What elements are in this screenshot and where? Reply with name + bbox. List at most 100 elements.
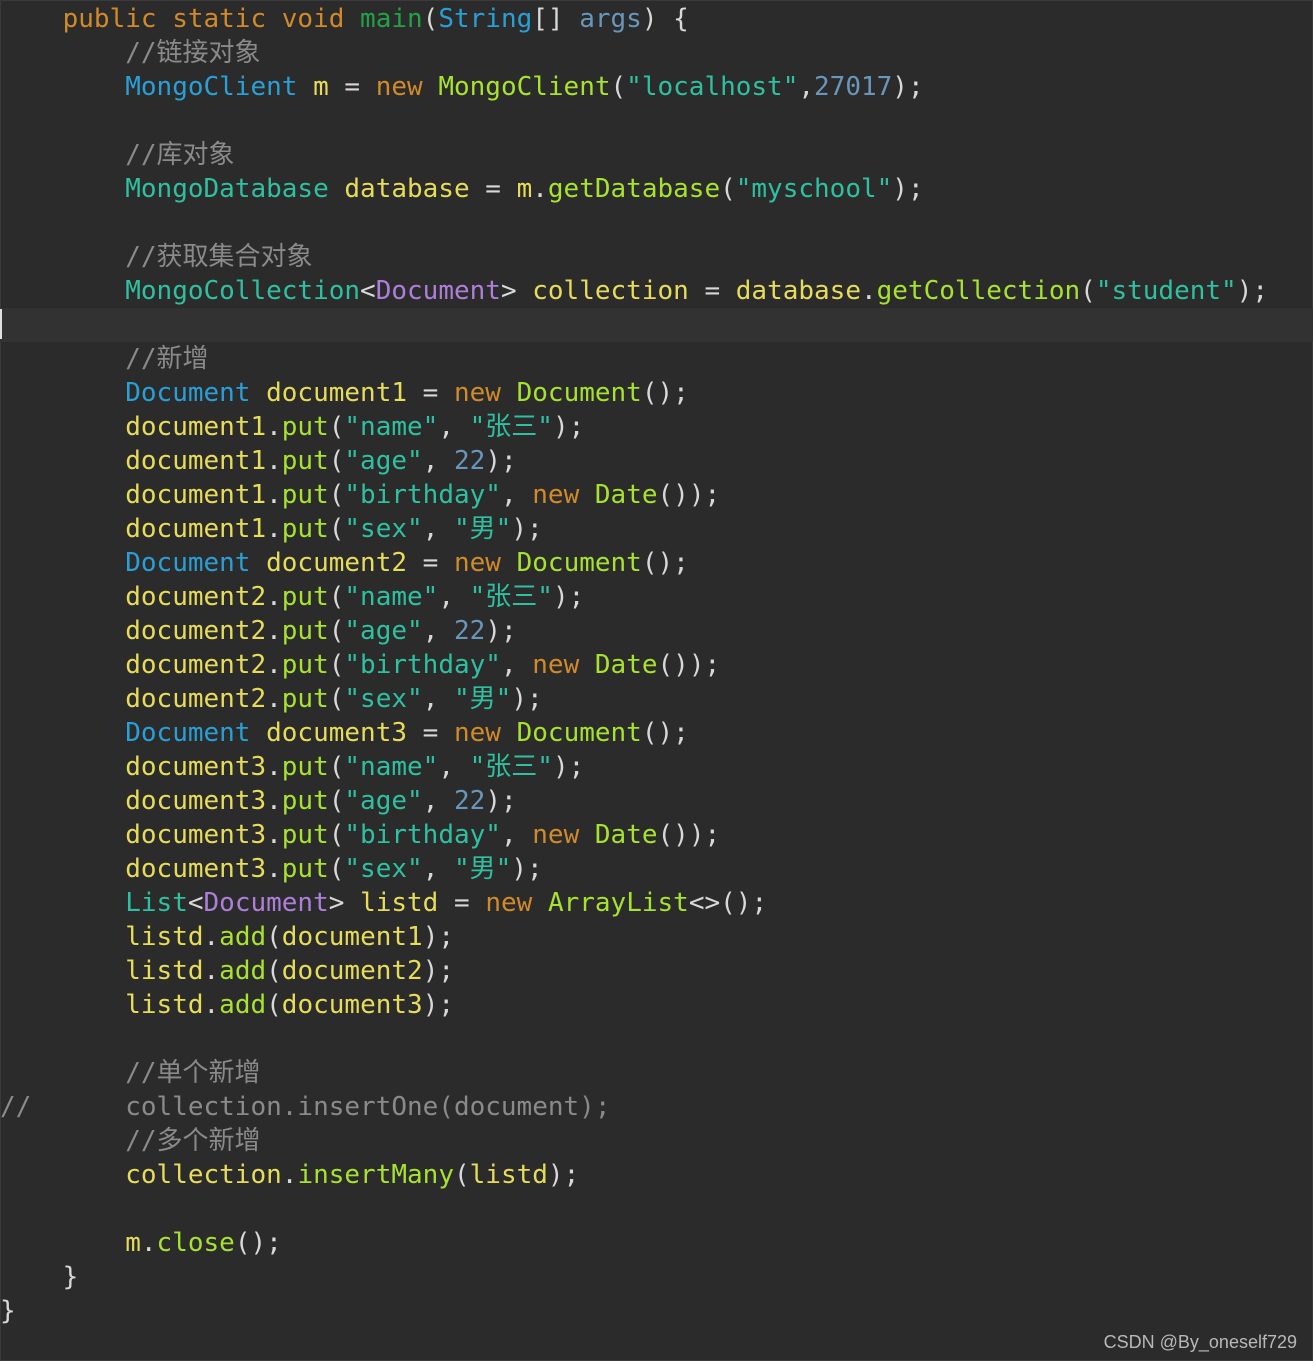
code-line[interactable]: Document document2 = new Document(); [0, 546, 1313, 580]
code-token: add [219, 922, 267, 952]
code-token: ( [328, 650, 345, 680]
code-line[interactable]: MongoCollection<Document> collection = d… [0, 274, 1313, 308]
code-token: "name" [344, 412, 439, 442]
code-line[interactable]: listd.add(document1); [0, 920, 1313, 954]
code-token: "张三" [469, 752, 553, 782]
code-line[interactable]: document3.put("birthday", new Date()); [0, 818, 1313, 852]
code-token: new [485, 888, 548, 918]
code-token: put [281, 854, 329, 884]
code-token: ); [1236, 276, 1269, 306]
code-token: listd [125, 956, 204, 986]
code-token: ( [328, 582, 345, 612]
code-line[interactable]: document1.put("age", 22); [0, 444, 1313, 478]
code-token: = [469, 174, 517, 204]
code-token: document1 [125, 514, 267, 544]
code-line[interactable]: document3.put("sex", "男"); [0, 852, 1313, 886]
code-token: <>(); [688, 888, 768, 918]
code-line[interactable]: m.close(); [0, 1226, 1313, 1260]
code-token: new [453, 548, 517, 578]
code-token: document3 [125, 854, 267, 884]
code-line[interactable]: MongoClient m = new MongoClient("localho… [0, 70, 1313, 104]
code-token: ); [422, 922, 454, 952]
code-line[interactable]: //库对象 [0, 138, 1313, 172]
code-line[interactable] [0, 1192, 1313, 1226]
code-token: , [438, 582, 470, 612]
code-line[interactable]: document2.put("name", "张三"); [0, 580, 1313, 614]
code-line[interactable]: Document document3 = new Document(); [0, 716, 1313, 750]
code-token: ( [328, 854, 345, 884]
code-line[interactable]: document2.put("sex", "男"); [0, 682, 1313, 716]
code-line[interactable] [0, 104, 1313, 138]
code-token: = [407, 548, 454, 578]
code-token: m [125, 1228, 141, 1258]
code-token: . [266, 684, 282, 714]
code-line[interactable]: //单个新增 [0, 1056, 1313, 1090]
code-line[interactable] [0, 308, 1313, 342]
code-token: MongoDatabase [125, 174, 329, 204]
code-token: ); [485, 786, 517, 816]
code-token: document2 [125, 650, 267, 680]
code-token: document1 [281, 922, 423, 952]
code-line[interactable]: //多个新增 [0, 1124, 1313, 1158]
code-token: "sex" [344, 514, 423, 544]
code-line[interactable]: //链接对象 [0, 36, 1313, 70]
code-token: //新增 [125, 344, 209, 374]
code-line[interactable]: //新增 [0, 342, 1313, 376]
code-line[interactable]: } [0, 1294, 1313, 1328]
code-line[interactable]: } [0, 1260, 1313, 1294]
code-line[interactable]: document2.put("age", 22); [0, 614, 1313, 648]
code-token: ArrayList [547, 888, 689, 918]
code-token: document2 [281, 956, 423, 986]
code-token: . [140, 1228, 157, 1258]
code-line[interactable] [0, 206, 1313, 240]
code-editor[interactable]: public static void main(String[] args) {… [0, 0, 1313, 1361]
code-token: ); [511, 514, 543, 544]
code-line[interactable]: listd.add(document3); [0, 988, 1313, 1022]
code-token: public static void [62, 4, 361, 34]
code-token: collection [125, 1160, 282, 1190]
code-token: . [266, 820, 282, 850]
code-line[interactable]: document1.put("name", "张三"); [0, 410, 1313, 444]
code-line[interactable]: listd.add(document2); [0, 954, 1313, 988]
code-line[interactable]: List<Document> listd = new ArrayList<>()… [0, 886, 1313, 920]
code-line[interactable]: document1.put("sex", "男"); [0, 512, 1313, 546]
code-token: new [453, 718, 517, 748]
code-line[interactable]: document2.put("birthday", new Date()); [0, 648, 1313, 682]
code-line[interactable]: collection.insertMany(listd); [0, 1158, 1313, 1192]
code-token: document3 [281, 990, 423, 1020]
code-token: args [579, 4, 642, 34]
code-line[interactable]: document3.put("age", 22); [0, 784, 1313, 818]
code-token: m [313, 72, 329, 102]
code-line[interactable]: MongoDatabase database = m.getDatabase("… [0, 172, 1313, 206]
code-token: put [281, 752, 329, 782]
code-line[interactable]: //获取集合对象 [0, 240, 1313, 274]
code-token: ( [1080, 276, 1096, 306]
code-line[interactable] [0, 1022, 1313, 1056]
code-token: ); [511, 854, 543, 884]
code-token: Document [125, 718, 251, 748]
code-token: > [500, 276, 533, 306]
code-token: ); [422, 956, 454, 986]
code-token: "男" [454, 684, 512, 714]
code-line[interactable]: public static void main(String[] args) { [0, 2, 1313, 36]
code-token: "age" [344, 446, 423, 476]
code-token: ( [610, 72, 627, 102]
code-token: MongoClient [125, 72, 298, 102]
code-line[interactable]: document1.put("birthday", new Date()); [0, 478, 1313, 512]
code-line[interactable]: // collection.insertOne(document); [0, 1090, 1313, 1124]
code-token: // collection.insertOne(document); [0, 1092, 611, 1122]
code-token: ( [328, 412, 345, 442]
code-token: (); [234, 1228, 282, 1258]
code-token: , [422, 514, 454, 544]
code-line[interactable]: document3.put("name", "张三"); [0, 750, 1313, 784]
code-line[interactable]: Document document1 = new Document(); [0, 376, 1313, 410]
